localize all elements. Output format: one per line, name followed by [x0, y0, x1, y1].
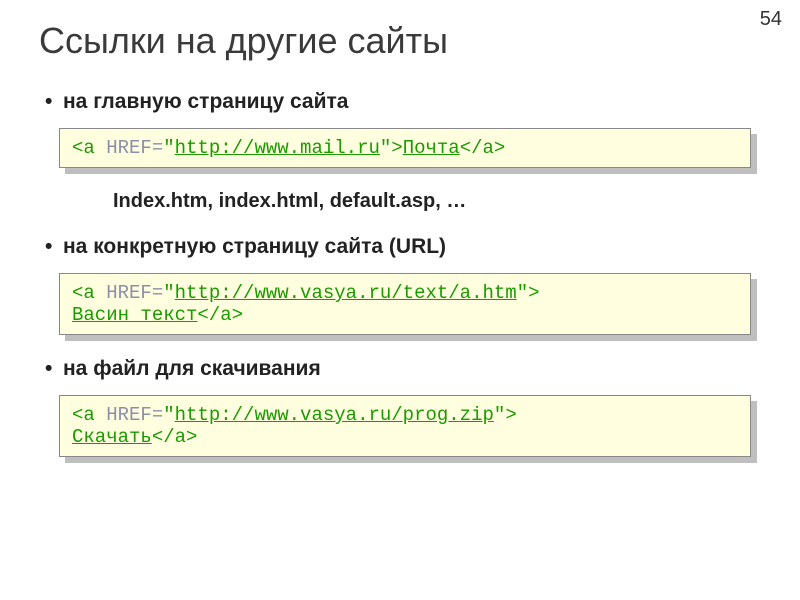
- code-open-tag: <a: [72, 137, 95, 159]
- bullet-main-page: на главную страницу сайта: [45, 90, 765, 114]
- code-close-tag: </a>: [460, 137, 506, 159]
- code-linktext: Скачать: [72, 426, 152, 448]
- code-quote: ": [517, 282, 528, 304]
- slide-content: Ссылки на другие сайты на главную страни…: [0, 0, 800, 499]
- code-example-3: <a HREF="http://www.vasya.ru/prog.zip">С…: [59, 395, 751, 457]
- code-linktext: Почта: [403, 137, 460, 159]
- code-url: http://www.vasya.ru/prog.zip: [175, 404, 494, 426]
- code-close-bracket: >: [528, 282, 539, 304]
- code-quote: ": [163, 137, 174, 159]
- code-close-tag: </a>: [152, 426, 198, 448]
- code-quote: ": [380, 137, 391, 159]
- code-example-2: <a HREF="http://www.vasya.ru/text/a.htm"…: [59, 273, 751, 335]
- code-url: http://www.vasya.ru/text/a.htm: [175, 282, 517, 304]
- code-attr: HREF=: [95, 282, 163, 304]
- code-close-tag: </a>: [197, 304, 243, 326]
- code-quote: ": [163, 404, 174, 426]
- code-open-tag: <a: [72, 404, 95, 426]
- code-box: <a HREF="http://www.vasya.ru/prog.zip">С…: [59, 395, 751, 457]
- bullet-download-file: на файл для скачивания: [45, 357, 765, 381]
- code-attr: HREF=: [95, 137, 163, 159]
- code-example-1: <a HREF="http://www.mail.ru">Почта</a>: [59, 128, 751, 168]
- code-quote: ": [494, 404, 505, 426]
- code-close-bracket: >: [391, 137, 402, 159]
- page-number: 54: [760, 8, 782, 31]
- code-box: <a HREF="http://www.vasya.ru/text/a.htm"…: [59, 273, 751, 335]
- code-url: http://www.mail.ru: [175, 137, 380, 159]
- code-attr: HREF=: [95, 404, 163, 426]
- bullet-specific-page: на конкретную страницу сайта (URL): [45, 235, 765, 259]
- code-linktext: Васин текст: [72, 304, 197, 326]
- code-quote: ": [163, 282, 174, 304]
- code-box: <a HREF="http://www.mail.ru">Почта</a>: [59, 128, 751, 168]
- code-open-tag: <a: [72, 282, 95, 304]
- code-close-bracket: >: [505, 404, 516, 426]
- note-index-files: Index.htm, index.html, default.asp, …: [113, 190, 765, 213]
- slide-title: Ссылки на другие сайты: [39, 20, 765, 62]
